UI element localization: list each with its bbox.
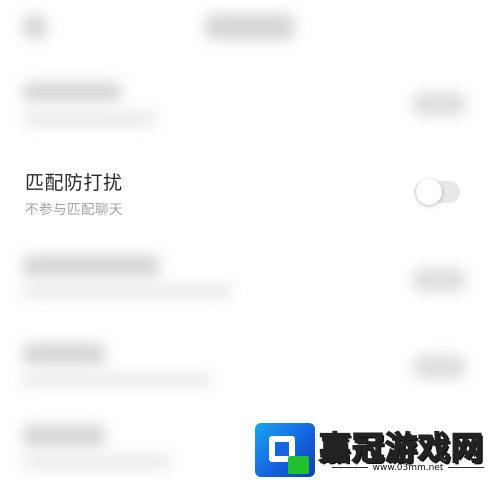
site-watermark: 嘉冠游戏网 www.03mm.net [255,421,503,481]
setting-row-1-subtitle [22,112,157,126]
setting-row-4-toggle[interactable] [412,355,467,379]
back-icon[interactable] [22,14,48,40]
setting-row-4-title [22,343,106,365]
setting-row-5-subtitle [22,455,172,469]
setting-row-1-toggle[interactable] [412,92,467,116]
setting-title: 匹配防打扰 [25,172,123,194]
setting-row-3-toggle[interactable] [412,268,467,292]
setting-row-5-title [22,425,106,447]
setting-row-1-title [22,82,122,102]
setting-row-4-subtitle [22,373,212,387]
toggle-knob [416,179,442,205]
setting-row-3-title [22,255,160,277]
page-title [205,14,295,40]
site-logo-icon [255,423,315,477]
match-dnd-toggle[interactable] [415,179,460,205]
setting-subtitle: 不参与匹配聊天 [25,202,123,218]
watermark-url: www.03mm.net [319,463,497,473]
setting-row-3-subtitle [22,284,232,298]
